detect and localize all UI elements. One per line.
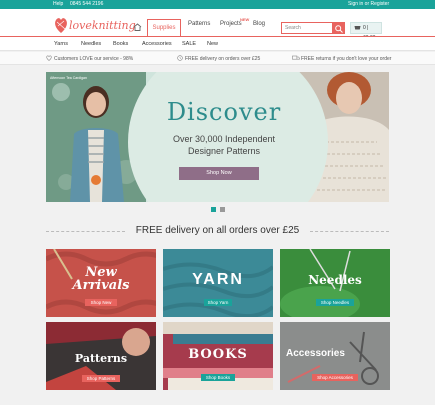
shop-yarn-button[interactable]: Shop Yarn — [204, 299, 232, 306]
home-icon[interactable] — [133, 23, 142, 31]
nav-projects[interactable]: Projects — [220, 21, 242, 27]
tile-patterns-title: Patterns — [74, 352, 128, 365]
search-button[interactable] — [333, 22, 345, 34]
carousel-dot[interactable] — [220, 207, 225, 212]
category-subnav: Yarns Needles Books Accessories SALE New — [0, 37, 435, 51]
carousel-dot-active[interactable] — [211, 207, 216, 212]
tile-books[interactable]: BOOKS Shop Books — [163, 322, 273, 390]
delivery-heading: FREE delivery on all orders over £25 — [125, 225, 310, 236]
nav-blog[interactable]: Blog — [253, 21, 265, 27]
tile-books-title: BOOKS — [188, 347, 248, 362]
subnav-needles[interactable]: Needles — [81, 41, 101, 47]
subnav-sale[interactable]: SALE — [182, 41, 196, 47]
tile-yarn[interactable]: YARN Shop Yarn — [163, 249, 273, 317]
basket-icon — [354, 26, 361, 30]
search-icon — [335, 25, 343, 33]
basket-button[interactable]: 0 | £0.00 — [350, 22, 382, 41]
sign-in-link[interactable]: Sign in or Register — [348, 1, 389, 7]
usp-rating: Customers LOVE our service - 98% — [54, 56, 134, 62]
clock-icon — [177, 55, 183, 61]
tile-accessories-title: Accessories — [286, 348, 345, 359]
usp-delivery: FREE delivery on orders over £25 — [185, 56, 261, 62]
hero-subtitle-line-1: Over 30,000 Independent — [172, 134, 276, 144]
hero-banner[interactable]: Afternoon Tea Cardigan Discover Over 30,… — [46, 72, 389, 202]
tile-patterns[interactable]: Patterns Shop Patterns — [46, 322, 156, 390]
hero-subtitle-line-2: Designer Patterns — [187, 146, 261, 156]
subnav-accessories[interactable]: Accessories — [142, 41, 172, 47]
usp-bar: Customers LOVE our service - 98% FREE de… — [0, 52, 435, 65]
nav-supplies[interactable]: Supplies — [147, 19, 181, 36]
help-link[interactable]: Help — [53, 1, 63, 7]
usp-returns: FREE returns if you don't love your orde… — [301, 56, 392, 62]
new-badge: NEW — [240, 17, 250, 22]
yarn-ball-icon — [55, 18, 67, 33]
hero-shop-now-button[interactable]: Shop Now — [179, 167, 259, 180]
shop-new-button[interactable]: Shop New — [85, 299, 117, 306]
subnav-yarns[interactable]: Yarns — [54, 41, 68, 47]
search-input[interactable]: Search — [281, 22, 333, 34]
hero-title: Discover — [166, 98, 282, 126]
divider-right — [310, 231, 389, 232]
nav-patterns[interactable]: Patterns — [188, 21, 210, 27]
shop-books-button[interactable]: Shop Books — [201, 374, 235, 381]
subnav-books[interactable]: Books — [113, 41, 128, 47]
shop-accessories-button[interactable]: Shop Accessories — [312, 374, 358, 381]
hero-subtitle: Over 30,000 Independent Designer Pattern… — [134, 133, 314, 157]
tile-new-arrivals[interactable]: New Arrivals Shop New — [46, 249, 156, 317]
tile-new-arrivals-title-2: Arrivals — [72, 278, 130, 293]
tile-needles-title: Needles — [308, 273, 362, 287]
tile-yarn-title: YARN — [192, 271, 244, 288]
hero-pattern-tag: Afternoon Tea Cardigan — [50, 76, 87, 80]
logo-text: loveknitting — [69, 19, 136, 32]
shop-patterns-button[interactable]: Shop Patterns — [82, 375, 120, 382]
logo[interactable]: loveknitting — [53, 13, 136, 37]
top-utility-bar: Help 0845 544 2196 Sign in or Register — [0, 0, 435, 9]
shop-needles-button[interactable]: Shop Needles — [316, 299, 354, 306]
phone-number: 0845 544 2196 — [70, 1, 104, 7]
tile-needles[interactable]: Needles Shop Needles — [280, 249, 390, 317]
tile-accessories[interactable]: Accessories Shop Accessories — [280, 322, 390, 390]
truck-icon — [292, 55, 300, 60]
heart-icon — [46, 55, 52, 61]
subnav-new[interactable]: New — [207, 41, 218, 47]
divider-left — [46, 231, 125, 232]
